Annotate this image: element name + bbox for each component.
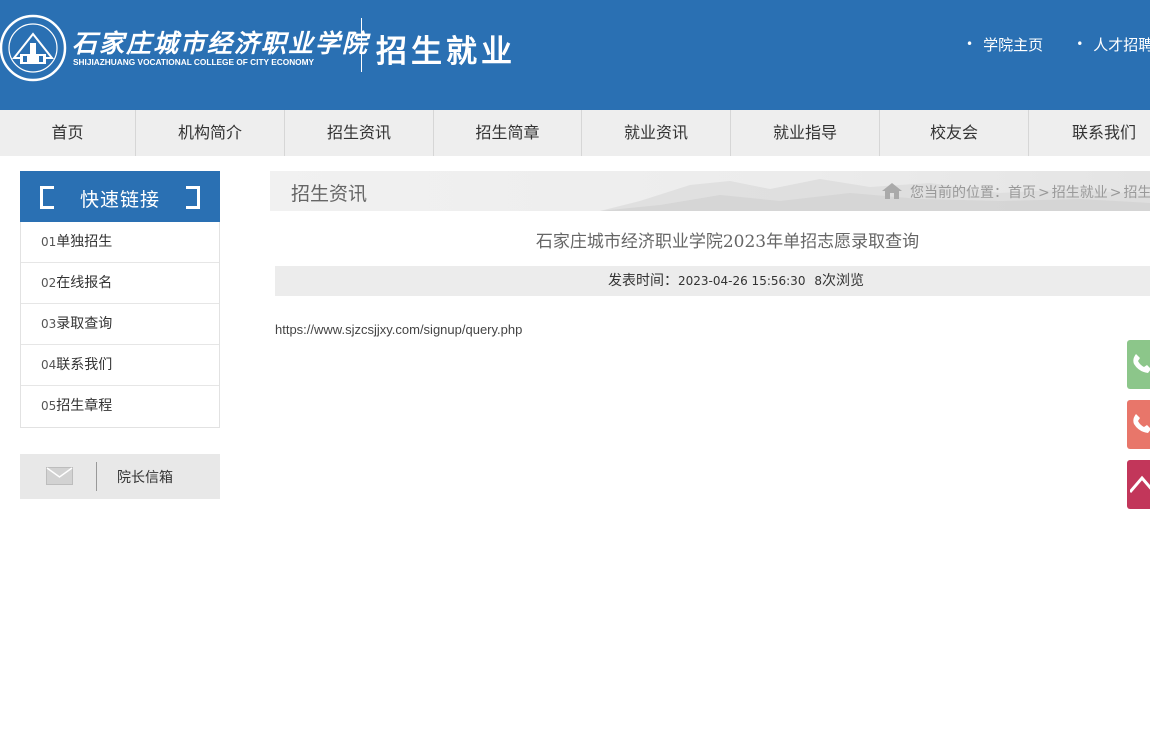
article-meta: 发表时间：2023-04-26 15:56:30 8次浏览 xyxy=(275,266,1150,296)
quick-link-single-admission[interactable]: 01单独招生 xyxy=(21,222,219,263)
site-header: 石家庄城市经济职业学院 SHIJIAZHUANG VOCATIONAL COLL… xyxy=(0,0,1150,110)
float-back-to-top-button[interactable] xyxy=(1127,460,1150,509)
main-nav: 首页 机构简介 招生资讯 招生简章 就业资讯 就业指导 校友会 联系我们 xyxy=(0,110,1150,156)
quick-link-online-signup[interactable]: 02在线报名 xyxy=(21,263,219,304)
quick-links-list: 01单独招生 02在线报名 03录取查询 04联系我们 05招生章程 xyxy=(20,222,220,428)
float-phone-button[interactable] xyxy=(1127,340,1150,389)
section-title: 招生资讯 xyxy=(291,183,368,205)
mailbox-divider xyxy=(96,462,97,491)
mail-icon xyxy=(46,467,73,485)
college-name-en: SHIJIAZHUANG VOCATIONAL COLLEGE OF CITY … xyxy=(73,57,315,67)
nav-item-admission-guide[interactable]: 招生简章 xyxy=(434,110,582,156)
arrow-up-icon xyxy=(1130,475,1150,493)
published-time: 2023-04-26 15:56:30 xyxy=(678,274,806,288)
college-name-cn: 石家庄城市经济职业学院 xyxy=(72,29,370,58)
phone-icon xyxy=(1133,354,1150,373)
top-links: • 学院主页 • 人才招聘 xyxy=(966,34,1150,55)
phone-icon xyxy=(1133,414,1150,433)
nav-item-employment-news[interactable]: 就业资讯 xyxy=(582,110,731,156)
article-title: 石家庄城市经济职业学院2023年单招志愿录取查询 xyxy=(535,232,920,252)
nav-item-admission-news[interactable]: 招生资讯 xyxy=(285,110,434,156)
quick-link-admission-charter[interactable]: 05招生章程 xyxy=(21,386,219,427)
float-phone-button-2[interactable] xyxy=(1127,400,1150,449)
college-emblem-icon[interactable] xyxy=(0,10,68,86)
nav-item-alumni[interactable]: 校友会 xyxy=(880,110,1029,156)
nav-item-home[interactable]: 首页 xyxy=(0,110,136,156)
breadcrumb: 您当前的位置：首页>招生就业>招生资讯 xyxy=(882,182,1150,202)
section-header: 招生资讯 您当前的位置：首页>招生就业>招生资讯 xyxy=(270,171,1150,211)
bullet-icon: • xyxy=(1076,37,1084,51)
quick-link-contact[interactable]: 04联系我们 xyxy=(21,345,219,386)
bullet-icon: • xyxy=(966,37,974,51)
bracket-right-icon xyxy=(186,186,200,209)
logo-divider xyxy=(361,18,362,72)
breadcrumb-home[interactable]: 首页 xyxy=(1008,185,1036,201)
nav-item-employment-guidance[interactable]: 就业指导 xyxy=(731,110,880,156)
mailbox-label: 院长信箱 xyxy=(117,470,173,486)
breadcrumb-admission-employment[interactable]: 招生就业 xyxy=(1052,185,1108,201)
quick-links-header: 快速链接 xyxy=(20,171,220,222)
quick-link-admission-query[interactable]: 03录取查询 xyxy=(21,304,219,345)
breadcrumb-admission-news[interactable]: 招生资讯 xyxy=(1123,185,1150,201)
nav-item-contact[interactable]: 联系我们 xyxy=(1029,110,1150,156)
nav-item-about[interactable]: 机构简介 xyxy=(136,110,285,156)
published-label: 发表时间： xyxy=(608,273,678,289)
site-title: 招生就业 xyxy=(376,34,516,70)
views-suffix: 次浏览 xyxy=(822,273,864,289)
article-body[interactable]: https://www.sjzcsjjxy.com/signup/query.p… xyxy=(275,322,522,337)
top-link-college-home[interactable]: • 学院主页 xyxy=(966,34,1043,55)
views-count: 8 xyxy=(814,274,822,288)
president-mailbox-button[interactable]: 院长信箱 xyxy=(20,454,220,499)
home-icon xyxy=(882,183,902,199)
top-link-recruitment[interactable]: • 人才招聘 xyxy=(1076,34,1150,55)
